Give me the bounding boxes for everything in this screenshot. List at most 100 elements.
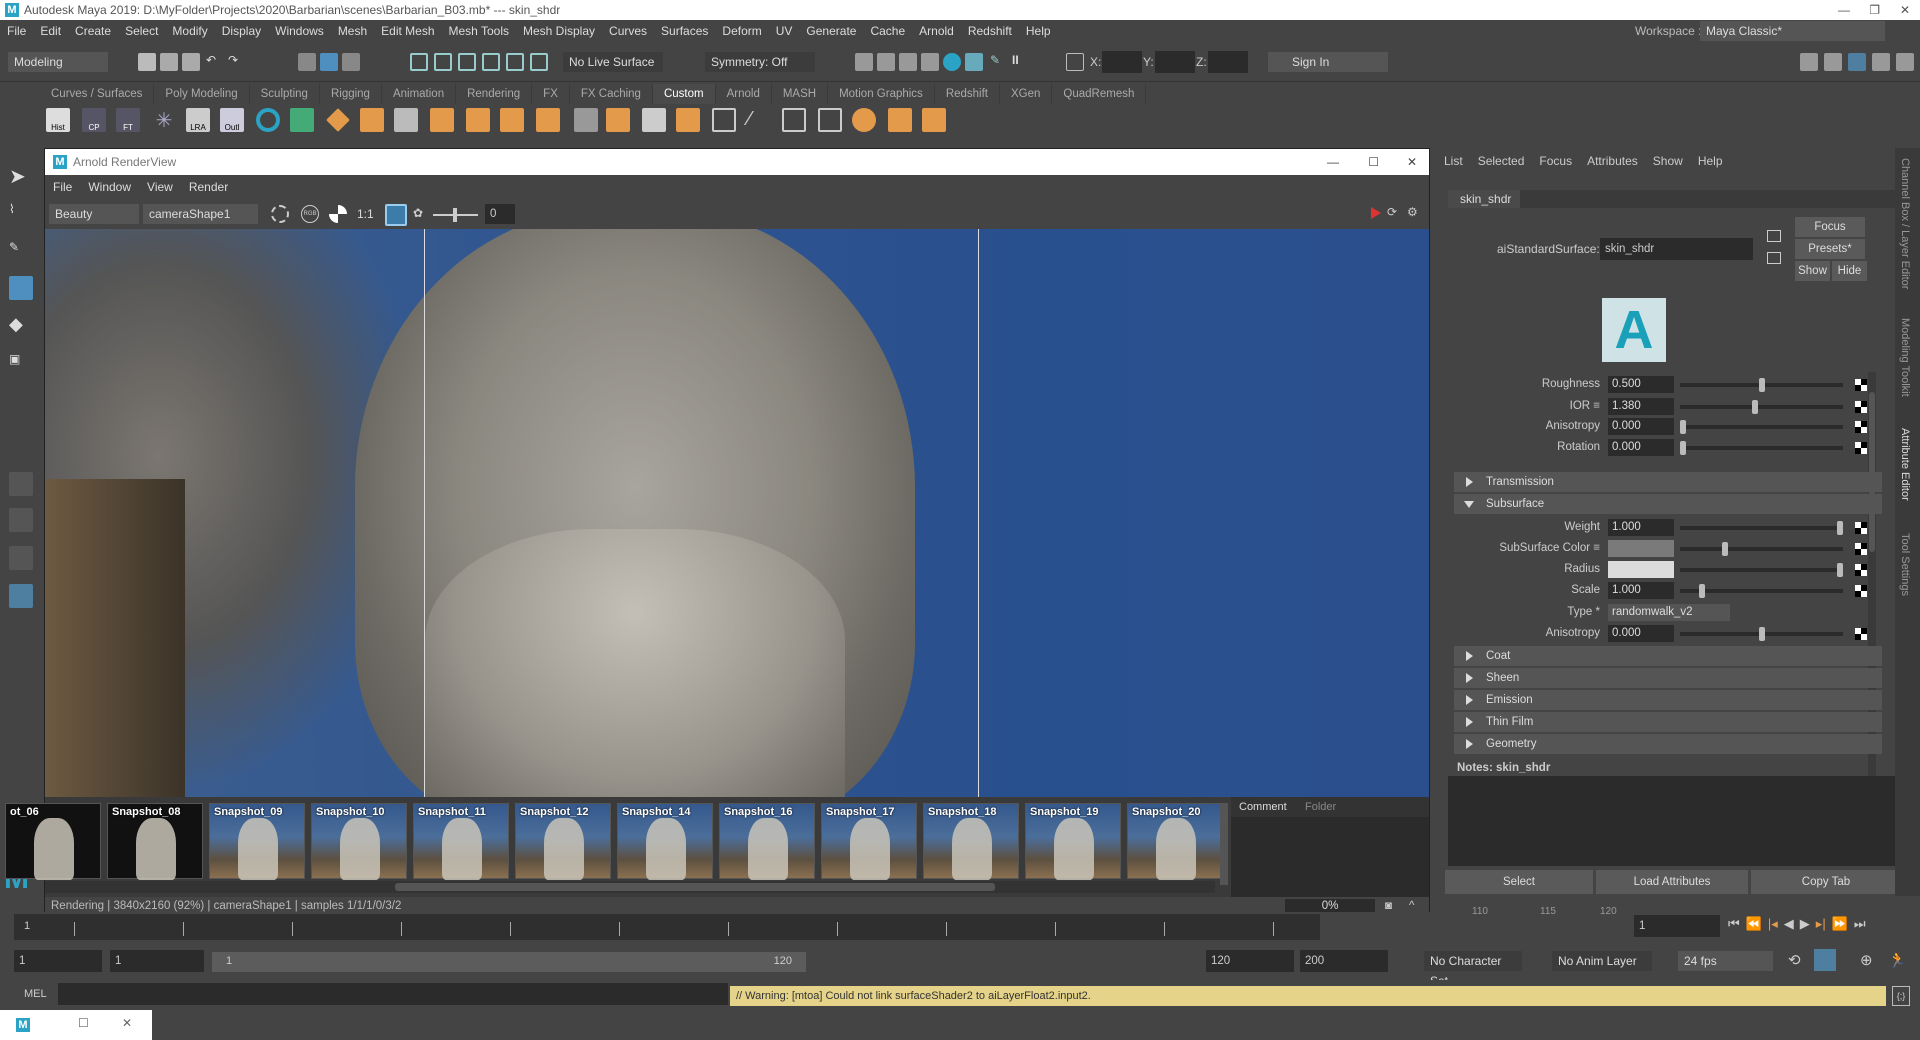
snapshot-thumbnail[interactable]: Snapshot_20: [1127, 803, 1223, 880]
menu-deform[interactable]: Deform: [722, 24, 761, 38]
renderview-minimize-button[interactable]: —: [1327, 149, 1339, 175]
attribute-editor-icon[interactable]: [1848, 53, 1866, 71]
menu-uv[interactable]: UV: [776, 24, 793, 38]
snapshot-thumbnail[interactable]: Snapshot_12: [515, 803, 611, 880]
auto-key-icon[interactable]: [1814, 949, 1836, 971]
fps-dropdown[interactable]: 24 fps: [1678, 951, 1773, 971]
outliner-shelf-button[interactable]: Outl: [220, 108, 244, 132]
shelf-tab[interactable]: MASH: [772, 84, 829, 104]
render-frame-icon[interactable]: [877, 53, 895, 71]
rv-menu-window[interactable]: Window: [88, 180, 131, 194]
shelf-tab[interactable]: Redshift: [935, 84, 1000, 104]
crop-region-icon[interactable]: [385, 204, 407, 226]
combine-shelf-icon[interactable]: [536, 108, 560, 132]
crop-region-left-edge[interactable]: [424, 229, 425, 797]
attribute-slider[interactable]: [1680, 420, 1843, 434]
snapshot-thumbnail[interactable]: Snapshot_14: [617, 803, 713, 880]
side-tab-attribute-editor[interactable]: Attribute Editor: [1899, 428, 1911, 501]
menu-arnold[interactable]: Arnold: [919, 24, 954, 38]
attribute-value-field[interactable]: 1.000: [1608, 519, 1674, 536]
attribute-slider[interactable]: [1680, 441, 1843, 455]
section-subsurface[interactable]: Subsurface: [1454, 494, 1882, 514]
transform-icon[interactable]: [1066, 53, 1084, 71]
menu-display[interactable]: Display: [222, 24, 261, 38]
menu-mesh-tools[interactable]: Mesh Tools: [449, 24, 509, 38]
render-settings-icon[interactable]: [855, 53, 873, 71]
menu-edit[interactable]: Edit: [40, 24, 61, 38]
step-forward-icon[interactable]: ⏩: [1832, 916, 1848, 932]
ratio-button[interactable]: 1:1: [357, 207, 374, 221]
arnold-swatch-icon[interactable]: A: [1602, 298, 1666, 362]
attribute-value-field[interactable]: 0.000: [1608, 625, 1674, 642]
presets-button[interactable]: Presets*: [1795, 239, 1865, 259]
hide-button[interactable]: Hide: [1832, 261, 1867, 281]
pause-icon[interactable]: II: [1012, 53, 1030, 71]
output-connection-icon[interactable]: [1767, 252, 1781, 264]
map-texture-icon[interactable]: [1855, 421, 1867, 433]
live-surface-field[interactable]: No Live Surface: [563, 52, 663, 72]
new-scene-icon[interactable]: [138, 53, 156, 71]
select-component-icon[interactable]: [342, 53, 360, 71]
type-dropdown[interactable]: randomwalk_v2: [1608, 604, 1730, 621]
menu-mesh-display[interactable]: Mesh Display: [523, 24, 595, 38]
ae-menu-show[interactable]: Show: [1653, 154, 1683, 168]
folder-tab[interactable]: Folder: [1305, 801, 1336, 813]
grid-shelf-icon[interactable]: [290, 108, 314, 132]
save-scene-icon[interactable]: [182, 53, 200, 71]
map-texture-icon[interactable]: [1855, 401, 1867, 413]
snapshot-thumbnail[interactable]: Snapshot_17: [821, 803, 917, 880]
tool-settings-icon[interactable]: [1872, 53, 1890, 71]
shelf-tab[interactable]: XGen: [1000, 84, 1053, 104]
history-shelf-button[interactable]: Hist: [46, 108, 70, 132]
color-swatch[interactable]: [1608, 561, 1674, 578]
menu-file[interactable]: File: [7, 24, 26, 38]
shelf-tab[interactable]: FX: [532, 84, 570, 104]
scene-start-field[interactable]: 1: [14, 950, 102, 972]
cube-shelf-icon[interactable]: [360, 108, 384, 132]
ipr-render-icon[interactable]: [899, 53, 917, 71]
section-coat[interactable]: Coat: [1454, 646, 1882, 666]
rotate-tool-icon[interactable]: ◆: [9, 314, 33, 338]
arnold-render-icon[interactable]: ✎: [990, 53, 1008, 71]
snap-point-icon[interactable]: [458, 53, 476, 71]
shelf-tab[interactable]: QuadRemesh: [1052, 84, 1147, 104]
next-key-icon[interactable]: ▸|: [1816, 916, 1826, 932]
map-texture-icon[interactable]: [1855, 522, 1867, 534]
snapshot-thumbnail[interactable]: Snapshot_18: [923, 803, 1019, 880]
snap-grid-icon[interactable]: [410, 53, 428, 71]
snap-live-icon[interactable]: [506, 53, 524, 71]
shelf-tab[interactable]: Animation: [382, 84, 457, 104]
snapshot-thumbnail[interactable]: Snapshot_16: [719, 803, 815, 880]
attribute-slider[interactable]: [1680, 378, 1843, 392]
renderview-close-button[interactable]: ✕: [1407, 149, 1417, 175]
attribute-slider[interactable]: [1680, 563, 1843, 577]
attribute-slider[interactable]: [1680, 400, 1843, 414]
range-slider[interactable]: 1 120: [212, 952, 806, 972]
snapshot-thumbnail[interactable]: ot_06: [5, 803, 101, 880]
menu-help[interactable]: Help: [1026, 24, 1051, 38]
select-tool-icon[interactable]: ➤: [9, 164, 33, 188]
delete-history-shelf-icon[interactable]: [922, 108, 946, 132]
map-texture-icon[interactable]: [1855, 585, 1867, 597]
select-button[interactable]: Select: [1445, 870, 1593, 894]
show-button[interactable]: Show: [1795, 261, 1830, 281]
shelf-tab[interactable]: Rendering: [456, 84, 533, 104]
restore-window-button[interactable]: ☐: [78, 1016, 89, 1030]
attribute-value-field[interactable]: 0.000: [1608, 439, 1674, 456]
ae-menu-help[interactable]: Help: [1698, 154, 1723, 168]
multicut-shelf-icon[interactable]: [712, 108, 736, 132]
rv-menu-file[interactable]: File: [53, 180, 72, 194]
copy-tab-button[interactable]: Copy Tab: [1751, 870, 1901, 894]
snapshot-thumbnail[interactable]: Snapshot_09: [209, 803, 305, 880]
menu-mesh[interactable]: Mesh: [338, 24, 367, 38]
side-tab-tool-settings[interactable]: Tool Settings: [1899, 533, 1911, 596]
section-thin-film[interactable]: Thin Film: [1454, 712, 1882, 732]
snapshot-thumbnail[interactable]: Snapshot_11: [413, 803, 509, 880]
camera-dropdown[interactable]: cameraShape1: [143, 204, 258, 224]
notes-textarea[interactable]: [1448, 776, 1898, 866]
minimize-button[interactable]: —: [1838, 0, 1850, 20]
scale-tool-icon[interactable]: ▣: [9, 352, 33, 376]
knife-shelf-icon[interactable]: ⁄: [748, 108, 772, 132]
channel-box-icon[interactable]: [1896, 53, 1914, 71]
paint-select-icon[interactable]: ✎: [9, 240, 33, 264]
